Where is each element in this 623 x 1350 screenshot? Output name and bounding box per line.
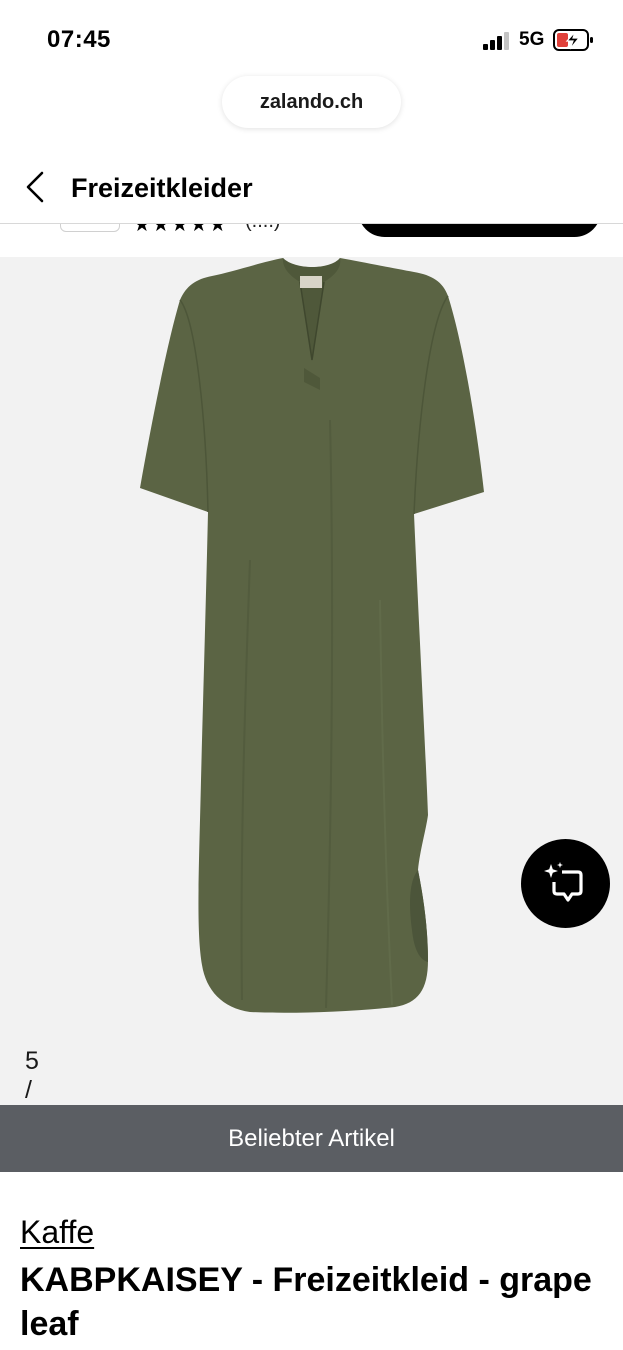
product-name: KABPKAISEY - Freizeitkleid - grape leaf: [20, 1261, 592, 1343]
url-bar[interactable]: zalando.ch: [222, 76, 401, 128]
brand-link[interactable]: Kaffe: [20, 1212, 94, 1252]
sparkle-similar-icon: [543, 861, 583, 902]
rating-stars: ★★★★★: [133, 224, 228, 236]
product-image: [140, 258, 484, 1013]
status-bar: 07:45 5G: [0, 0, 623, 70]
brand-badge: [60, 224, 120, 232]
signal-icon: [483, 32, 511, 50]
chevron-left-icon: [26, 171, 44, 203]
page-title: Freizeitkleider: [71, 173, 253, 203]
sticky-summary: ★★★★★ (....): [0, 224, 623, 257]
page-header: Freizeitkleider: [0, 150, 623, 224]
product-gallery[interactable]: 5 / 7: [0, 257, 623, 1105]
image-counter: 5 / 7: [25, 1047, 39, 1104]
status-time: 07:45: [47, 26, 111, 53]
network-type: 5G: [519, 29, 545, 50]
popular-item-banner: Beliebter Artikel: [0, 1105, 623, 1172]
back-button[interactable]: [18, 168, 54, 206]
battery-charging-icon: [553, 28, 595, 52]
add-to-cart-button[interactable]: [358, 224, 601, 237]
review-count: (....): [245, 224, 281, 233]
similar-items-button[interactable]: [521, 839, 610, 928]
